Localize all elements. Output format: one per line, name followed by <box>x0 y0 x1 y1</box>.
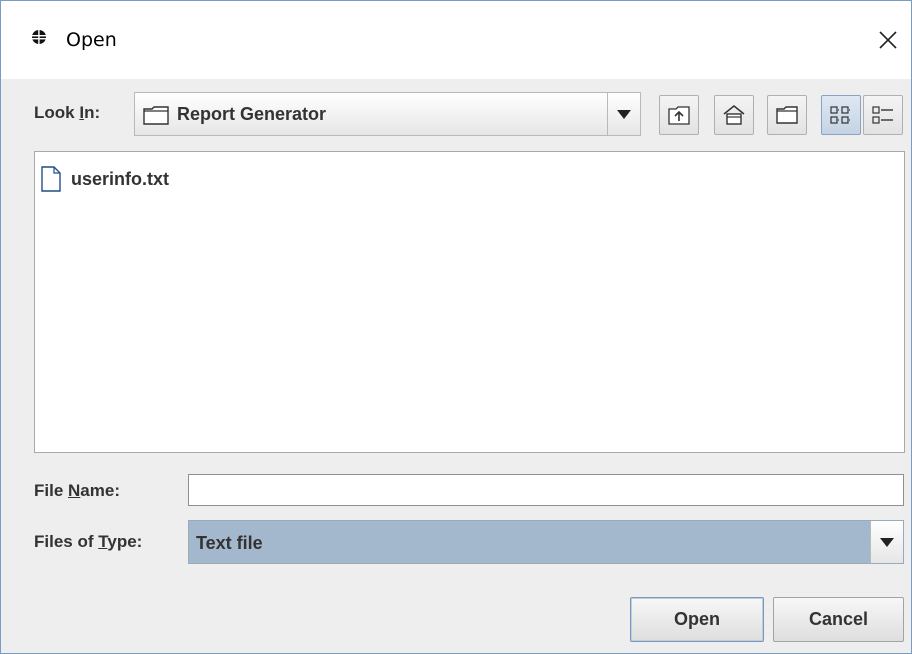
chevron-down-icon <box>880 537 894 547</box>
file-name-label: File Name: <box>34 481 120 500</box>
details-view-button[interactable] <box>863 95 903 135</box>
close-icon <box>879 31 897 49</box>
file-name-field[interactable] <box>188 474 904 506</box>
details-view-icon <box>872 106 893 124</box>
cancel-button[interactable]: Cancel <box>773 597 904 642</box>
folder-up-icon <box>668 106 690 125</box>
look-in-combo[interactable]: Report Generator <box>134 92 641 136</box>
list-view-button[interactable] <box>821 95 861 135</box>
list-item[interactable]: userinfo.txt <box>41 165 169 193</box>
new-folder-button[interactable] <box>767 95 807 135</box>
folder-icon <box>143 106 169 125</box>
file-name: userinfo.txt <box>71 168 170 189</box>
home-button[interactable] <box>714 95 754 135</box>
list-view-icon <box>830 106 851 124</box>
open-dialog: Open Look In: Report Generator userinfo.… <box>0 0 912 654</box>
up-one-level-button[interactable] <box>659 95 699 135</box>
new-folder-icon <box>776 106 798 124</box>
look-in-label: Look In: <box>34 103 101 122</box>
close-button[interactable] <box>865 1 911 79</box>
file-list[interactable]: userinfo.txt <box>34 151 905 453</box>
file-type-value: Text file <box>196 533 263 553</box>
look-in-value: Report Generator <box>177 104 327 124</box>
open-button[interactable]: Open <box>630 597 764 642</box>
file-type-dropdown-button[interactable] <box>870 521 903 563</box>
chevron-down-icon <box>617 109 631 119</box>
java-duke-icon <box>32 29 46 45</box>
file-type-combo[interactable]: Text file <box>188 520 904 564</box>
dialog-title: Open <box>66 29 117 51</box>
look-in-dropdown-button[interactable] <box>607 93 640 135</box>
title-bar[interactable]: Open <box>1 1 911 79</box>
file-icon <box>41 166 61 192</box>
home-icon <box>723 105 745 125</box>
file-type-label: Files of Type: <box>34 532 143 551</box>
